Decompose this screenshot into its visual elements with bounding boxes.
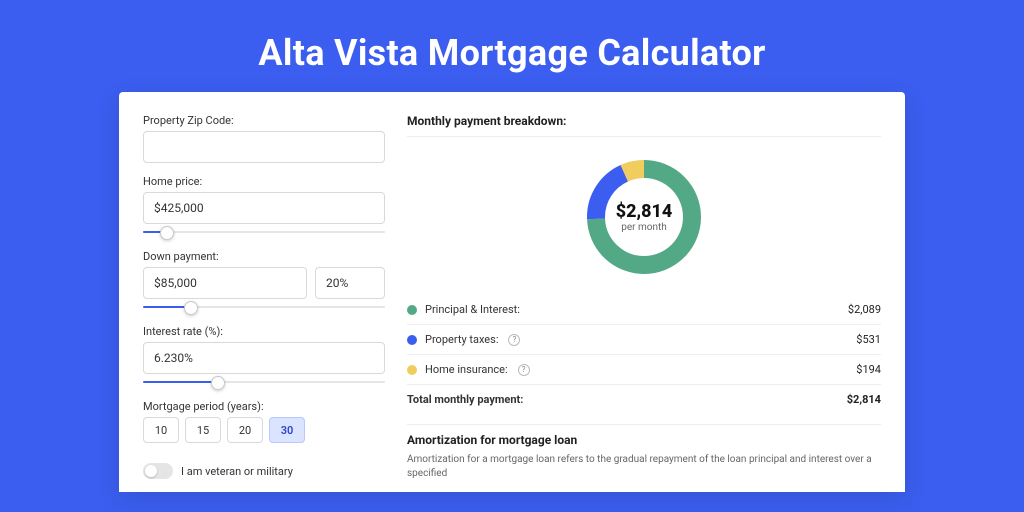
legend-dot [407, 305, 417, 315]
down-payment-block: Down payment: [143, 250, 385, 313]
hero: Alta Vista Mortgage Calculator [0, 0, 1024, 92]
period-button-30[interactable]: 30 [269, 417, 305, 443]
page-title: Alta Vista Mortgage Calculator [0, 32, 1024, 74]
down-payment-pct-input[interactable] [315, 267, 385, 299]
legend: Principal & Interest: $2,089 Property taxe… [407, 295, 881, 414]
down-payment-label: Down payment: [143, 250, 385, 263]
veteran-toggle[interactable] [143, 463, 173, 479]
interest-slider[interactable] [143, 376, 385, 388]
zip-block: Property Zip Code: [143, 114, 385, 163]
amortization-section: Amortization for mortgage loan Amortizat… [407, 424, 881, 481]
interest-input[interactable] [143, 342, 385, 374]
zip-input[interactable] [143, 131, 385, 163]
down-payment-slider[interactable] [143, 301, 385, 313]
calculator-card: Property Zip Code: Home price: Down paym… [119, 92, 905, 492]
legend-row: Principal & Interest: $2,089 [407, 295, 881, 325]
home-price-label: Home price: [143, 175, 385, 188]
home-price-input[interactable] [143, 192, 385, 224]
period-block: Mortgage period (years): 10152030 [143, 400, 385, 443]
zip-label: Property Zip Code: [143, 114, 385, 127]
veteran-label: I am veteran or military [181, 465, 293, 478]
period-button-20[interactable]: 20 [227, 417, 263, 443]
veteran-row: I am veteran or military [143, 463, 385, 479]
donut-center: $2,814 per month [580, 153, 708, 281]
home-price-block: Home price: [143, 175, 385, 238]
legend-row: Property taxes:? $531 [407, 325, 881, 355]
home-price-slider[interactable] [143, 226, 385, 238]
legend-value: $531 [856, 333, 881, 346]
donut-chart: $2,814 per month [580, 153, 708, 281]
donut-wrap: $2,814 per month [407, 147, 881, 285]
donut-sublabel: per month [621, 222, 667, 233]
legend-label: Property taxes: [425, 333, 498, 346]
amortization-title: Amortization for mortgage loan [407, 424, 881, 453]
legend-total-label: Total monthly payment: [407, 393, 523, 406]
slider-thumb[interactable] [211, 376, 225, 390]
legend-row: Home insurance:? $194 [407, 355, 881, 385]
breakdown-panel: Monthly payment breakdown: $2,814 per mo… [407, 114, 881, 470]
legend-value: $2,089 [848, 303, 881, 316]
slider-thumb[interactable] [160, 226, 174, 240]
info-icon[interactable]: ? [518, 364, 530, 376]
legend-label: Principal & Interest: [425, 303, 520, 316]
legend-total-row: Total monthly payment: $2,814 [407, 385, 881, 414]
interest-label: Interest rate (%): [143, 325, 385, 338]
amortization-text: Amortization for a mortgage loan refers … [407, 453, 881, 481]
donut-value: $2,814 [616, 201, 673, 222]
interest-block: Interest rate (%): [143, 325, 385, 388]
info-icon[interactable]: ? [508, 334, 520, 346]
legend-value: $194 [856, 363, 881, 376]
inputs-panel: Property Zip Code: Home price: Down paym… [143, 114, 385, 470]
breakdown-title: Monthly payment breakdown: [407, 114, 881, 137]
legend-dot [407, 365, 417, 375]
period-button-15[interactable]: 15 [185, 417, 221, 443]
period-label: Mortgage period (years): [143, 400, 385, 413]
period-button-10[interactable]: 10 [143, 417, 179, 443]
legend-dot [407, 335, 417, 345]
down-payment-input[interactable] [143, 267, 307, 299]
legend-label: Home insurance: [425, 363, 508, 376]
slider-thumb[interactable] [184, 301, 198, 315]
legend-total-value: $2,814 [847, 393, 881, 406]
